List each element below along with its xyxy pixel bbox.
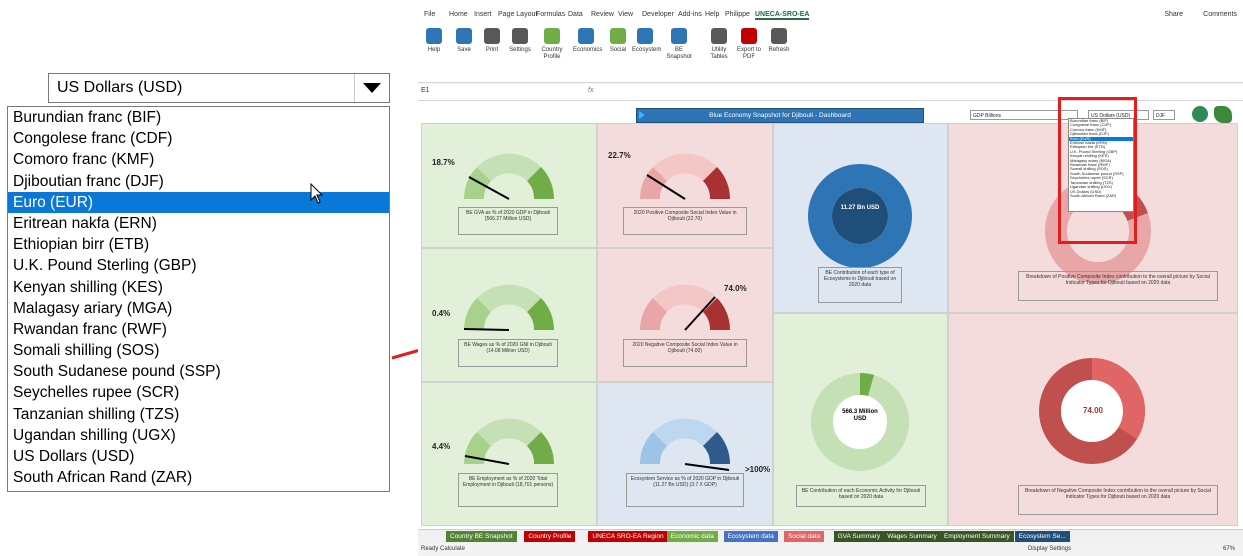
ribbon: Help Save Print Settings Country Profile Econ… <box>418 22 1243 83</box>
ribbon-tab[interactable]: Formulas <box>536 11 565 18</box>
ribbon-tab[interactable]: Page Layout <box>498 11 537 18</box>
sheet-tab[interactable]: Country BE Snapshot <box>446 531 517 542</box>
name-box[interactable]: E1 <box>421 87 430 94</box>
donut4-caption: Breakdown of Negative Composite Index co… <box>1018 485 1218 515</box>
ribbon-button-icon <box>578 28 594 44</box>
ribbon-tab[interactable]: Help <box>705 11 719 18</box>
ribbon-button-icon <box>484 28 500 44</box>
ribbon-tab[interactable]: Philippe <box>725 11 750 18</box>
employment-caption: BE Employment as % of 2020 Total Employm… <box>458 473 558 507</box>
status-bar: Ready Calculate Display Settings 67% <box>418 543 1243 556</box>
ribbon-button-icon <box>610 28 626 44</box>
ribbon-button-label: Country Profile <box>541 47 563 60</box>
ribbon-button-icon <box>741 28 757 44</box>
ribbon-button-icon <box>426 28 442 44</box>
negative-caption: 2020 Negative Composite Social Index Val… <box>623 339 747 367</box>
display-settings-button[interactable]: Display Settings <box>1028 546 1071 552</box>
ecosystem-percent: >100% <box>745 465 771 474</box>
ribbon-button[interactable]: Export to PDF <box>736 28 762 61</box>
ribbon-button-label: Utility Tables <box>710 47 728 60</box>
ecosystem-gauge <box>639 418 731 471</box>
ribbon-button-label: Print <box>485 47 499 53</box>
negative-gauge <box>639 284 731 331</box>
employment-gauge <box>463 418 555 465</box>
gva-caption: BE GVA as % of 2020 GDP in Djibouti [566… <box>458 207 558 235</box>
sheet-tab[interactable]: Ecosystem data <box>723 531 778 542</box>
ribbon-button-icon <box>671 28 687 44</box>
comments-button[interactable]: Comments <box>1203 11 1237 18</box>
employment-percent: 4.4% <box>432 442 451 451</box>
ribbon-tab[interactable]: Home <box>449 11 468 18</box>
excel-window: Share Comments File Home Insert Page Layout… <box>418 0 1243 556</box>
sheet-tab[interactable]: Economic data <box>666 531 718 542</box>
ribbon-tab[interactable]: Data <box>568 11 583 18</box>
ribbon-tab[interactable]: Add-ins <box>678 11 702 18</box>
ribbon-tab[interactable]: View <box>618 11 633 18</box>
ribbon-button-icon <box>456 28 472 44</box>
sheet-tab[interactable]: Country Profile <box>524 531 576 542</box>
status-ready: Ready <box>421 546 439 552</box>
ribbon-tab[interactable]: File <box>424 11 435 18</box>
wages-caption: BE Wages as % of 2020 GNI in Djibouti (1… <box>458 339 558 367</box>
sheet-tab[interactable]: Wages Summary <box>883 531 941 542</box>
ribbon-button-label: Ecosystem <box>632 47 662 53</box>
donut2-center: 566.3 Million USD <box>842 409 878 422</box>
ribbon-tab[interactable]: Insert <box>474 11 492 18</box>
ribbon-button[interactable]: Social <box>605 28 631 54</box>
ribbon-button[interactable]: Refresh <box>766 28 792 54</box>
ecosystem-donut <box>808 164 912 268</box>
negative-percent: 74.0% <box>724 284 747 293</box>
wages-percent: 0.4% <box>432 309 451 318</box>
ecosystem-caption: Ecosystem Service as % of 2020 GDP in Dj… <box>626 473 744 507</box>
ribbon-button[interactable]: Utility Tables <box>706 28 732 61</box>
ribbon-button[interactable]: Print <box>479 28 505 54</box>
ribbon-button-icon <box>711 28 727 44</box>
ribbon-button[interactable]: BE Snapshot <box>666 28 692 61</box>
ribbon-tab[interactable]: Review <box>591 11 614 18</box>
donut2-caption: BE Contribution of each Economic Activit… <box>796 485 926 507</box>
ribbon-button[interactable]: Help <box>421 28 447 54</box>
status-calculate[interactable]: Calculate <box>440 546 465 552</box>
donut4-center: 74.00 <box>1082 406 1104 415</box>
sheet-tab[interactable]: UNECA SRO-EA Region <box>588 531 668 542</box>
ribbon-button-label: Economics <box>573 47 603 53</box>
donut1-center: 11.27 Bn USD <box>840 205 880 211</box>
sheet-tab-bar: Country BE Snapshot Country Profile UNECA … <box>418 529 1243 543</box>
ribbon-button-label: Settings <box>509 47 531 53</box>
ribbon-button-icon <box>512 28 528 44</box>
ribbon-tab-bar: Share Comments File Home Insert Page Layout… <box>418 0 1243 22</box>
ribbon-button-icon <box>637 28 653 44</box>
ribbon-tab[interactable]: UNECA-SRO-EA <box>755 11 810 20</box>
sheet-tab[interactable]: Ecosystem Se... <box>1014 531 1070 542</box>
positive-percent: 22.7% <box>608 151 631 160</box>
ribbon-button[interactable]: Ecosystem <box>632 28 662 54</box>
ribbon-button-label: Social <box>609 47 627 53</box>
ribbon-button-label: BE Snapshot <box>666 47 692 60</box>
sheet-tab[interactable]: Social data <box>784 531 825 542</box>
donut1-caption: BE Contribution of each type of Ecosyste… <box>818 267 902 303</box>
wages-gauge <box>463 284 555 331</box>
ribbon-button[interactable]: Economics <box>573 28 603 54</box>
gva-percent: 18.7% <box>432 158 455 167</box>
share-button[interactable]: Share <box>1164 11 1183 18</box>
zoom-level[interactable]: 67% <box>1223 546 1235 552</box>
ribbon-button-label: Save <box>457 47 471 53</box>
gva-gauge <box>463 153 555 200</box>
ribbon-button[interactable]: Save <box>451 28 477 54</box>
sheet-tab[interactable]: GVA Summary <box>833 531 885 542</box>
ribbon-button[interactable]: Country Profile <box>539 28 565 61</box>
ribbon-button-label: Refresh <box>768 47 790 53</box>
positive-gauge <box>639 153 731 200</box>
donut3-caption: Breakdown of Positive Composite Index co… <box>1018 271 1218 301</box>
ribbon-button[interactable]: Settings <box>507 28 533 54</box>
sheet-tab[interactable]: Employment Summary <box>940 531 1014 542</box>
ribbon-button-icon <box>544 28 560 44</box>
fx-label: fx <box>588 87 594 94</box>
positive-caption: 2020 Positive Composite Social Index Val… <box>623 207 747 235</box>
highlight-box <box>1058 97 1137 244</box>
ribbon-button-label: Help <box>427 47 441 53</box>
ribbon-button-label: Export to PDF <box>736 47 761 60</box>
ribbon-tab[interactable]: Developer <box>642 11 674 18</box>
ribbon-button-icon <box>771 28 787 44</box>
